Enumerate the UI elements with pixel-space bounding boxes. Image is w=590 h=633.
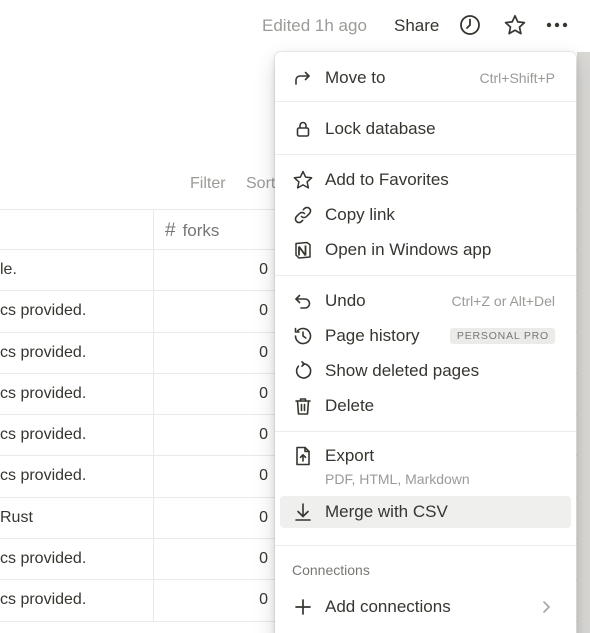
menu-item-undo[interactable]: Undo Ctrl+Z or Alt+Del xyxy=(280,285,571,317)
menu-item-merge-with-csv[interactable]: Merge with CSV xyxy=(280,496,571,528)
menu-divider xyxy=(275,101,576,102)
trash-icon xyxy=(292,395,314,417)
menu-item-move-to[interactable]: Move to Ctrl+Shift+P xyxy=(280,62,571,94)
sort-button[interactable]: Sort xyxy=(246,175,275,193)
column-header-forks[interactable]: # forks xyxy=(165,220,219,242)
menu-item-add-connections[interactable]: Add connections xyxy=(280,591,571,623)
menu-divider xyxy=(275,275,576,276)
menu-divider xyxy=(275,154,576,155)
plan-badge: PERSONAL PRO xyxy=(449,328,555,344)
column-divider xyxy=(153,210,154,249)
filter-button[interactable]: Filter xyxy=(190,175,226,193)
plus-icon xyxy=(292,596,314,618)
menu-item-label: Add to Favorites xyxy=(325,170,449,189)
menu-item-copy-link[interactable]: Copy link xyxy=(280,199,571,231)
menu-item-label: Delete xyxy=(325,396,375,415)
export-file-icon xyxy=(292,445,314,467)
menu-item-sublabel: PDF, HTML, Markdown xyxy=(325,471,470,487)
cell-description: Rust xyxy=(0,508,33,526)
notion-logo-icon xyxy=(292,239,314,261)
star-icon xyxy=(292,169,314,191)
side-peek-edge xyxy=(577,52,590,633)
clock-icon[interactable] xyxy=(458,13,482,37)
menu-item-page-history[interactable]: Page history PERSONAL PRO xyxy=(280,320,571,352)
menu-divider xyxy=(275,431,576,432)
lock-icon xyxy=(292,118,314,140)
history-icon xyxy=(292,325,314,347)
link-icon xyxy=(292,204,314,226)
edited-timestamp: Edited 1h ago xyxy=(262,16,367,35)
download-arrow-icon xyxy=(292,501,314,523)
cell-forks: 0 xyxy=(259,467,268,485)
menu-item-label: Move to xyxy=(325,68,386,87)
cell-description: cs provided. xyxy=(0,426,87,444)
cell-forks: 0 xyxy=(259,508,268,526)
share-button[interactable]: Share xyxy=(394,16,439,36)
cell-forks: 0 xyxy=(259,302,268,320)
more-icon[interactable] xyxy=(545,13,569,37)
connections-section-header: Connections xyxy=(292,562,370,578)
restore-icon xyxy=(292,360,314,382)
menu-item-label: Show deleted pages xyxy=(325,361,480,380)
menu-item-add-to-favorites[interactable]: Add to Favorites xyxy=(280,164,571,196)
cell-description: cs provided. xyxy=(0,591,87,609)
menu-item-label: Open in Windows app xyxy=(325,240,492,259)
cell-description: cs provided. xyxy=(0,467,87,485)
number-icon: # xyxy=(165,220,176,241)
menu-item-label: Page history xyxy=(325,326,420,345)
cell-description: cs provided. xyxy=(0,550,87,568)
menu-item-label: Merge with CSV xyxy=(325,502,448,521)
column-header-label: forks xyxy=(182,221,220,240)
cell-forks: 0 xyxy=(259,591,268,609)
cell-description: cs provided. xyxy=(0,384,87,402)
cell-forks: 0 xyxy=(259,261,268,278)
shortcut-hint: Ctrl+Z or Alt+Del xyxy=(451,293,555,309)
cell-forks: 0 xyxy=(259,343,268,361)
undo-icon xyxy=(292,290,314,312)
menu-item-label: Undo xyxy=(325,291,366,310)
cell-forks: 0 xyxy=(259,550,268,568)
chevron-right-icon xyxy=(537,598,555,616)
menu-item-export[interactable]: Export PDF, HTML, Markdown xyxy=(280,440,571,490)
menu-item-show-deleted-pages[interactable]: Show deleted pages xyxy=(280,355,571,387)
menu-divider xyxy=(275,545,576,546)
arrow-turn-right-icon xyxy=(292,67,314,89)
top-bar: Edited 1h ago Share xyxy=(0,0,590,52)
menu-item-label: Copy link xyxy=(325,205,395,224)
menu-item-label: Lock database xyxy=(325,119,436,138)
shortcut-hint: Ctrl+Shift+P xyxy=(479,70,555,86)
cell-forks: 0 xyxy=(259,384,268,402)
menu-item-label: Add connections xyxy=(325,597,451,616)
cell-description: le. xyxy=(0,261,17,278)
menu-item-label: Export xyxy=(325,446,375,465)
cell-forks: 0 xyxy=(259,426,268,444)
cell-description: cs provided. xyxy=(0,343,87,361)
page-options-menu: Move to Ctrl+Shift+P Lock database Add t… xyxy=(275,52,576,633)
cell-description: cs provided. xyxy=(0,302,87,320)
star-icon[interactable] xyxy=(503,13,527,37)
menu-item-delete[interactable]: Delete xyxy=(280,390,571,422)
menu-item-open-in-app[interactable]: Open in Windows app xyxy=(280,234,571,266)
menu-item-lock-database[interactable]: Lock database xyxy=(280,113,571,145)
